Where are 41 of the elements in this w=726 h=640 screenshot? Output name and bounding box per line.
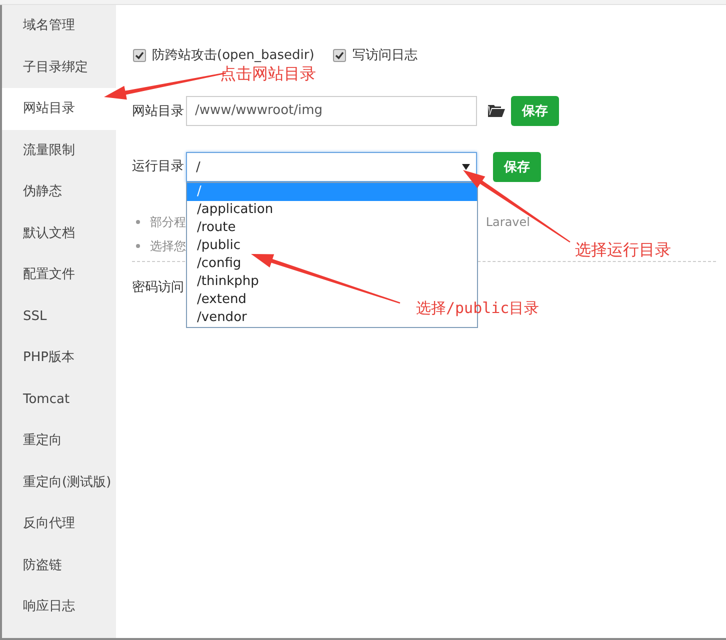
sidebar-item[interactable]: SSL	[2, 296, 116, 337]
sidebar-item[interactable]: 重定向(测试版)	[2, 462, 116, 503]
folder-icon	[488, 104, 505, 117]
annotation-text: 选择运行目录	[575, 240, 671, 261]
checkbox[interactable]	[133, 48, 146, 62]
field-label: 密码访问	[132, 279, 184, 296]
note-text: 选择您	[150, 238, 186, 254]
checkbox-label: 防跨站攻击(open_basedir)	[152, 47, 314, 64]
dropdown-option[interactable]: /thinkphp	[187, 273, 263, 291]
note-text: 部分程	[150, 214, 186, 230]
sidebar-item[interactable]: 域名管理	[2, 5, 116, 46]
annotation-text: 点击网站目录	[220, 64, 316, 85]
checkbox-label: 写访问日志	[352, 47, 418, 64]
select-field[interactable]: /	[186, 152, 477, 182]
sidebar-item[interactable]: 反向代理	[2, 503, 116, 544]
sidebar-item[interactable]: 重定向	[2, 420, 116, 462]
sidebar-item[interactable]: 配置文件	[2, 254, 116, 296]
sidebar-item[interactable]: 响应日志	[2, 586, 116, 628]
dropdown-option[interactable]: /extend	[187, 291, 250, 309]
check-icon	[335, 50, 344, 60]
sidebar-item[interactable]: 流量限制	[2, 130, 116, 171]
dropdown-option[interactable]: /vendor	[187, 309, 251, 327]
sidebar-item[interactable]: 防盗链	[2, 544, 116, 586]
sidebar-item[interactable]: 网站目录	[2, 88, 116, 130]
input-field[interactable]: /www/wwwroot/img	[186, 96, 477, 126]
dropdown-option[interactable]: /route	[187, 219, 240, 237]
check-icon	[135, 50, 144, 60]
field-label: 运行目录	[132, 158, 185, 176]
dropdown-option[interactable]: /application	[187, 201, 278, 219]
sidebar-item[interactable]: Tomcat	[2, 378, 116, 420]
bullet-icon	[136, 244, 140, 248]
sidebar-item[interactable]: 默认文档	[2, 212, 116, 254]
note-text: Laravel	[486, 215, 530, 229]
sidebar-item[interactable]: PHP版本	[2, 337, 116, 378]
dropdown-option[interactable]: /public	[187, 237, 244, 255]
sidebar-item[interactable]: 子目录绑定	[2, 46, 116, 88]
bullet-icon	[136, 220, 140, 224]
field-label: 网站目录	[132, 102, 185, 120]
checkbox[interactable]	[333, 48, 346, 62]
dropdown-option[interactable]: /config	[187, 255, 246, 273]
sidebar-item[interactable]: 伪静态	[2, 171, 116, 212]
